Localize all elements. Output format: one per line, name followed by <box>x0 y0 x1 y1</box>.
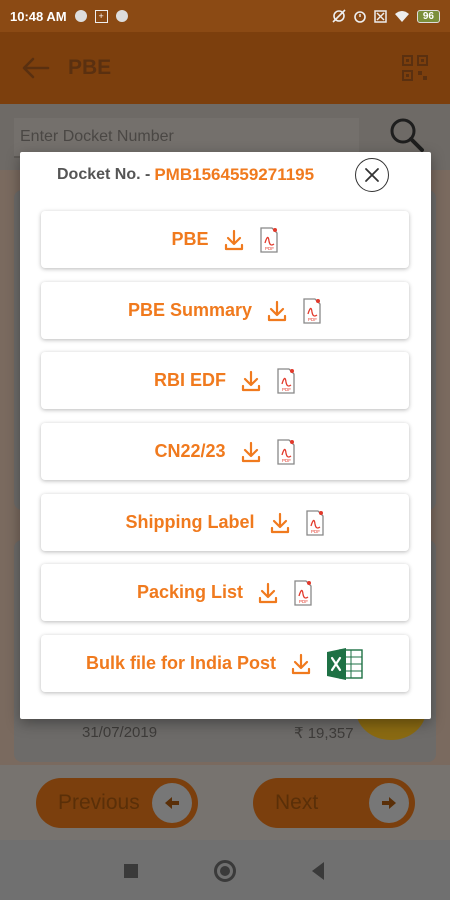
download-option-bulk-india-post[interactable]: Bulk file for India Post <box>41 635 409 692</box>
back-triangle-icon[interactable] <box>312 862 324 880</box>
pdf-icon: PDF <box>303 297 321 324</box>
svg-text:PDF: PDF <box>311 529 320 534</box>
arrow-left-icon[interactable] <box>22 57 50 79</box>
pdf-icon: PDF <box>277 367 295 394</box>
svg-text:PDF: PDF <box>265 246 274 251</box>
docket-label: Docket No. - <box>57 166 151 183</box>
option-label: PBE <box>171 229 209 249</box>
close-icon[interactable] <box>355 158 389 192</box>
svg-text:PDF: PDF <box>282 387 291 392</box>
arrow-right-circle-icon <box>369 783 409 823</box>
notification-app-icon: + <box>94 9 108 23</box>
wifi-icon <box>394 10 409 22</box>
pdf-icon: PDF <box>305 509 324 536</box>
option-label: Bulk file for India Post <box>85 653 277 673</box>
record-date: 31/07/2019 <box>82 724 158 741</box>
system-navigation-bar <box>0 840 450 900</box>
previous-button[interactable]: Previous <box>36 778 198 828</box>
status-time: 10:48 AM <box>10 8 67 24</box>
svg-text:PDF: PDF <box>299 599 308 604</box>
download-icon[interactable] <box>240 370 262 392</box>
option-label: RBI EDF <box>154 370 226 390</box>
record-amount: ₹ 19,357 <box>294 725 354 742</box>
alarm-icon <box>354 11 366 23</box>
svg-text:PDF: PDF <box>282 458 291 463</box>
home-icon[interactable] <box>214 860 236 882</box>
search-icon[interactable] <box>388 116 426 154</box>
download-option-cn22-23[interactable]: CN22/23 PDF <box>41 423 409 480</box>
option-label: Shipping Label <box>125 512 255 532</box>
download-icon[interactable] <box>223 229 245 251</box>
status-icons: 96 <box>332 9 440 23</box>
pdf-icon: PDF <box>276 438 295 465</box>
download-icon[interactable] <box>290 653 312 675</box>
option-label: CN22/23 <box>154 441 226 461</box>
page-title: PBE <box>68 56 112 79</box>
next-button[interactable]: Next <box>253 778 415 828</box>
notification-dot-icon <box>115 10 128 22</box>
option-label: PBE Summary <box>127 300 253 320</box>
sim-off-icon <box>374 9 387 23</box>
sync-off-icon <box>332 9 346 23</box>
next-label: Next <box>275 791 319 814</box>
download-option-packing-list[interactable]: Packing List PDF <box>41 564 409 621</box>
download-icon[interactable] <box>266 300 288 322</box>
qr-code-icon[interactable] <box>402 55 428 81</box>
download-option-pbe-summary[interactable]: PBE Summary PDF <box>41 282 409 339</box>
download-icon[interactable] <box>269 512 291 534</box>
app-bar: PBE <box>0 32 450 104</box>
download-option-shipping-label[interactable]: Shipping Label PDF <box>41 494 409 551</box>
download-option-rbi-edf[interactable]: RBI EDF PDF <box>41 352 409 409</box>
recents-icon[interactable] <box>124 864 138 878</box>
pdf-icon: PDF <box>294 579 312 606</box>
excel-icon <box>327 647 363 680</box>
download-option-pbe[interactable]: PBE PDF <box>41 211 409 268</box>
arrow-left-circle-icon <box>152 783 192 823</box>
battery-level: 96 <box>416 9 440 23</box>
status-bar: 10:48 AM + 96 <box>0 0 450 32</box>
docket-number: PMB1564559271195 <box>154 165 315 184</box>
option-label: Packing List <box>136 582 244 602</box>
download-dialog: Docket No. - PMB1564559271195 PBE PDF PB… <box>20 152 431 719</box>
previous-label: Previous <box>58 791 140 814</box>
svg-text:PDF: PDF <box>308 317 317 322</box>
download-icon[interactable] <box>240 441 262 463</box>
pdf-icon: PDF <box>259 226 278 253</box>
notification-dot-icon <box>74 10 87 22</box>
download-icon[interactable] <box>257 582 279 604</box>
